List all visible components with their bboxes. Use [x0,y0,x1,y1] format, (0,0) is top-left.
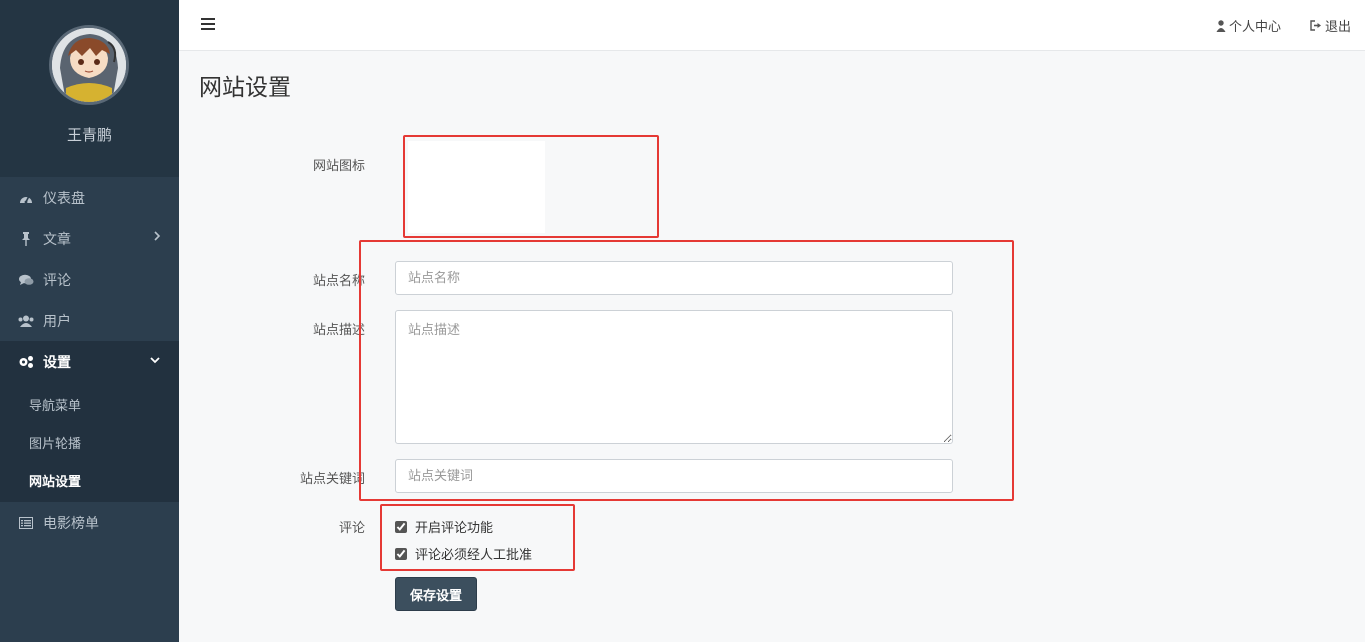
logout-link-label: 退出 [1324,20,1351,35]
chevron-right-icon [153,230,161,246]
sidebar-subitem-carousel[interactable]: 图片轮播 [0,423,179,461]
site-name-input[interactable] [395,261,953,295]
list-icon [18,516,34,529]
sidebar-item-settings[interactable]: 设置 [0,341,179,382]
users-icon [18,315,34,327]
enable-comments-checkbox[interactable] [395,520,407,533]
logout-link[interactable]: 退出 [1310,16,1351,35]
avatar[interactable] [49,25,129,105]
profile-link[interactable]: 个人中心 [1216,16,1281,35]
sidebar-item-label: 用户 [43,313,71,330]
site-name-label: 站点名称 [312,274,365,289]
site-logo-preview[interactable] [408,141,545,233]
sidebar: 王青鹏 仪表盘 文章 评论 用户 设置 导航菜单 图片轮播 网站设置 电影榜单 [0,0,179,642]
profile-panel: 王青鹏 [0,0,179,177]
sidebar-item-label: 仪表盘 [43,190,85,207]
username: 王青鹏 [66,126,112,144]
sidebar-item-articles[interactable]: 文章 [0,218,179,259]
enable-comments-option[interactable]: 开启评论功能 [395,517,493,536]
settings-submenu: 导航菜单 图片轮播 网站设置 [0,382,179,502]
sidebar-item-label: 文章 [43,231,71,248]
comments-icon [18,274,34,286]
sidebar-item-label: 设置 [43,354,71,371]
sidebar-item-label: 评论 [43,272,71,289]
user-icon [1216,19,1226,32]
comments-label: 评论 [338,521,365,536]
sidebar-item-label: 电影榜单 [43,515,99,532]
topbar: 个人中心 退出 [179,0,1365,51]
topbar-actions: 个人中心 退出 [1187,16,1351,35]
sign-out-icon [1310,20,1322,31]
keywords-input[interactable] [395,459,953,493]
sidebar-item-movie-chart[interactable]: 电影榜单 [0,502,179,543]
approve-comments-checkbox[interactable] [395,547,407,560]
approve-comments-label: 评论必须经人工批准 [415,548,533,563]
sidebar-nav: 仪表盘 文章 评论 用户 设置 导航菜单 图片轮播 网站设置 电影榜单 [0,177,179,543]
chevron-down-icon [149,353,161,369]
sidebar-subitem-nav-menu[interactable]: 导航菜单 [0,385,179,423]
logo-label: 网站图标 [312,159,365,174]
save-settings-button[interactable]: 保存设置 [395,577,477,611]
approve-comments-option[interactable]: 评论必须经人工批准 [395,544,532,563]
gears-icon [18,355,34,369]
sidebar-item-users[interactable]: 用户 [0,300,179,341]
keywords-label: 站点关键词 [299,472,365,487]
pin-icon [18,231,34,246]
sidebar-subitem-site-settings[interactable]: 网站设置 [0,461,179,499]
dashboard-icon [18,192,34,204]
site-desc-textarea[interactable] [395,310,953,444]
menu-toggle-icon[interactable] [201,18,215,30]
site-desc-label: 站点描述 [312,323,365,338]
sidebar-item-comments[interactable]: 评论 [0,259,179,300]
sidebar-item-dashboard[interactable]: 仪表盘 [0,177,179,218]
enable-comments-label: 开启评论功能 [415,521,494,536]
page-title: 网站设置 [199,75,291,101]
profile-link-label: 个人中心 [1228,20,1281,35]
